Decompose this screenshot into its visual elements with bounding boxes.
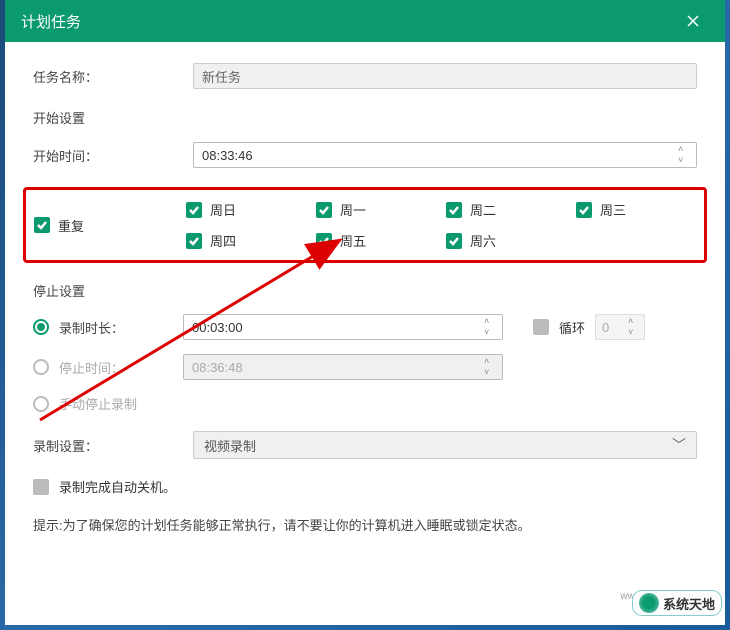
- day-label: 周日: [210, 200, 236, 219]
- hint-text: 提示:为了确保您的计划任务能够正常执行，请不要让你的计算机进入睡眠或锁定状态。: [33, 516, 697, 537]
- chevron-up-icon[interactable]: ˄: [484, 357, 498, 366]
- day-label: 周五: [340, 231, 366, 250]
- watermark-text: 系统天地: [663, 594, 715, 613]
- checkmark-icon: [318, 235, 330, 247]
- stop-time-option[interactable]: 停止时间：: [33, 358, 183, 377]
- chevron-up-icon[interactable]: ˄: [678, 145, 692, 154]
- day-label: 周六: [470, 231, 496, 250]
- chevron-down-icon[interactable]: ˅: [628, 328, 642, 337]
- record-settings-row: 录制设置： 视频录制 ﹀: [33, 431, 697, 459]
- spinner-arrows: ˄ ˅: [484, 317, 498, 337]
- duration-input[interactable]: 00:03:00 ˄ ˅: [183, 314, 503, 340]
- checkmark-icon: [578, 204, 590, 216]
- task-name-row: 任务名称：: [33, 62, 697, 90]
- spinner-arrows: ˄ ˅: [628, 317, 642, 337]
- manual-stop-radio[interactable]: [33, 396, 49, 412]
- duration-row: 录制时长： 00:03:00 ˄ ˅ 循环 0 ˄ ˅: [33, 314, 697, 340]
- day-monday[interactable]: 周一: [316, 200, 436, 219]
- stop-time-label: 停止时间：: [59, 358, 124, 377]
- checkmark-icon: [188, 235, 200, 247]
- days-grid: 周日 周一 周二 周三: [186, 200, 696, 250]
- record-settings-label: 录制设置：: [33, 436, 193, 455]
- repeat-checkbox[interactable]: [34, 217, 50, 233]
- start-time-value: 08:33:46: [202, 148, 253, 163]
- loop-count-input[interactable]: 0 ˄ ˅: [595, 314, 645, 340]
- manual-stop-option[interactable]: 手动停止录制: [33, 394, 183, 413]
- duration-label: 录制时长：: [59, 318, 124, 337]
- repeat-label: 重复: [58, 216, 84, 235]
- checkmark-icon: [448, 204, 460, 216]
- day-checkbox[interactable]: [186, 233, 202, 249]
- record-settings-select[interactable]: 视频录制 ﹀: [193, 431, 697, 459]
- day-friday[interactable]: 周五: [316, 231, 436, 250]
- stop-time-row: 停止时间： 08:36:48 ˄ ˅: [33, 354, 697, 380]
- day-checkbox[interactable]: [316, 202, 332, 218]
- task-name-input[interactable]: [193, 63, 697, 89]
- day-thursday[interactable]: 周四: [186, 231, 306, 250]
- loop-section: 循环 0 ˄ ˅: [533, 314, 645, 340]
- manual-stop-label: 手动停止录制: [59, 394, 137, 413]
- chevron-down-icon: ﹀: [672, 435, 686, 455]
- manual-stop-row: 手动停止录制: [33, 394, 697, 413]
- stop-time-input[interactable]: 08:36:48 ˄ ˅: [183, 354, 503, 380]
- repeat-section-highlighted: 重复 周日 周一 周二: [23, 187, 707, 263]
- day-label: 周三: [600, 200, 626, 219]
- repeat-toggle[interactable]: 重复: [34, 216, 186, 235]
- stop-time-value: 08:36:48: [192, 360, 243, 375]
- checkmark-icon: [318, 204, 330, 216]
- start-time-label: 开始时间：: [33, 146, 193, 165]
- chevron-down-icon[interactable]: ˅: [678, 156, 692, 165]
- repeat-row: 重复 周日 周一 周二: [34, 200, 696, 250]
- loop-checkbox[interactable]: [533, 319, 549, 335]
- day-checkbox[interactable]: [316, 233, 332, 249]
- titlebar: 计划任务: [5, 0, 725, 42]
- record-settings-value: 视频录制: [204, 436, 256, 455]
- day-wednesday[interactable]: 周三: [576, 200, 696, 219]
- chevron-down-icon[interactable]: ˅: [484, 328, 498, 337]
- checkmark-icon: [188, 204, 200, 216]
- dialog-content: 任务名称： 开始设置 开始时间： 08:33:46 ˄ ˅ 重复: [5, 42, 725, 625]
- task-name-label: 任务名称：: [33, 67, 193, 86]
- auto-shutdown-row[interactable]: 录制完成自动关机。: [33, 477, 697, 496]
- day-checkbox[interactable]: [446, 233, 462, 249]
- watermark-logo: 系统天地: [632, 590, 722, 616]
- day-label: 周二: [470, 200, 496, 219]
- logo-icon: [639, 593, 659, 613]
- spinner-arrows: ˄ ˅: [678, 145, 692, 165]
- duration-value: 00:03:00: [192, 320, 243, 335]
- auto-shutdown-label: 录制完成自动关机。: [59, 477, 176, 496]
- loop-count-value: 0: [602, 320, 609, 335]
- dialog: 计划任务 任务名称： 开始设置 开始时间： 08:33:46 ˄ ˅: [5, 0, 725, 625]
- start-time-input[interactable]: 08:33:46 ˄ ˅: [193, 142, 697, 168]
- close-icon: [685, 13, 701, 29]
- spinner-arrows: ˄ ˅: [484, 357, 498, 377]
- start-section-header: 开始设置: [33, 108, 697, 127]
- duration-option[interactable]: 录制时长：: [33, 318, 183, 337]
- start-time-row: 开始时间： 08:33:46 ˄ ˅: [33, 141, 697, 169]
- auto-shutdown-checkbox[interactable]: [33, 479, 49, 495]
- day-label: 周四: [210, 231, 236, 250]
- day-saturday[interactable]: 周六: [446, 231, 566, 250]
- chevron-up-icon[interactable]: ˄: [484, 317, 498, 326]
- close-button[interactable]: [677, 5, 709, 37]
- day-tuesday[interactable]: 周二: [446, 200, 566, 219]
- duration-radio[interactable]: [33, 319, 49, 335]
- day-sunday[interactable]: 周日: [186, 200, 306, 219]
- stop-time-radio[interactable]: [33, 359, 49, 375]
- day-checkbox[interactable]: [446, 202, 462, 218]
- checkmark-icon: [448, 235, 460, 247]
- day-checkbox[interactable]: [576, 202, 592, 218]
- checkmark-icon: [36, 219, 48, 231]
- chevron-down-icon[interactable]: ˅: [484, 368, 498, 377]
- chevron-up-icon[interactable]: ˄: [628, 317, 642, 326]
- day-label: 周一: [340, 200, 366, 219]
- stop-section-header: 停止设置: [33, 281, 697, 300]
- day-checkbox[interactable]: [186, 202, 202, 218]
- dialog-title: 计划任务: [21, 11, 677, 32]
- loop-label: 循环: [559, 318, 585, 337]
